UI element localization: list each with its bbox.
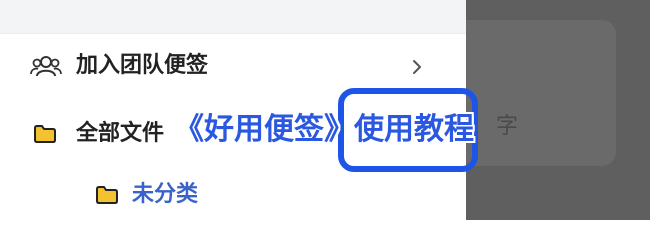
join-team-notes-label: 加入团队便签 — [76, 53, 209, 78]
background-note-card — [466, 20, 616, 166]
chevron-right-icon[interactable] — [410, 57, 424, 77]
team-icon — [30, 56, 62, 77]
all-files-label: 全部文件 — [76, 121, 165, 146]
drawer-header-strip — [0, 0, 466, 34]
uncategorized-label: 未分类 — [132, 182, 199, 207]
uncategorized-item[interactable]: 未分类 — [0, 171, 466, 223]
folder-icon — [34, 125, 56, 143]
folder-icon — [96, 186, 118, 204]
background-note-text: 字 — [496, 114, 519, 139]
tutorial-title-watermark: 《好用便签》使用教程 — [174, 112, 474, 147]
join-team-notes-item[interactable]: 加入团队便签 — [0, 40, 466, 92]
divider — [0, 33, 466, 34]
